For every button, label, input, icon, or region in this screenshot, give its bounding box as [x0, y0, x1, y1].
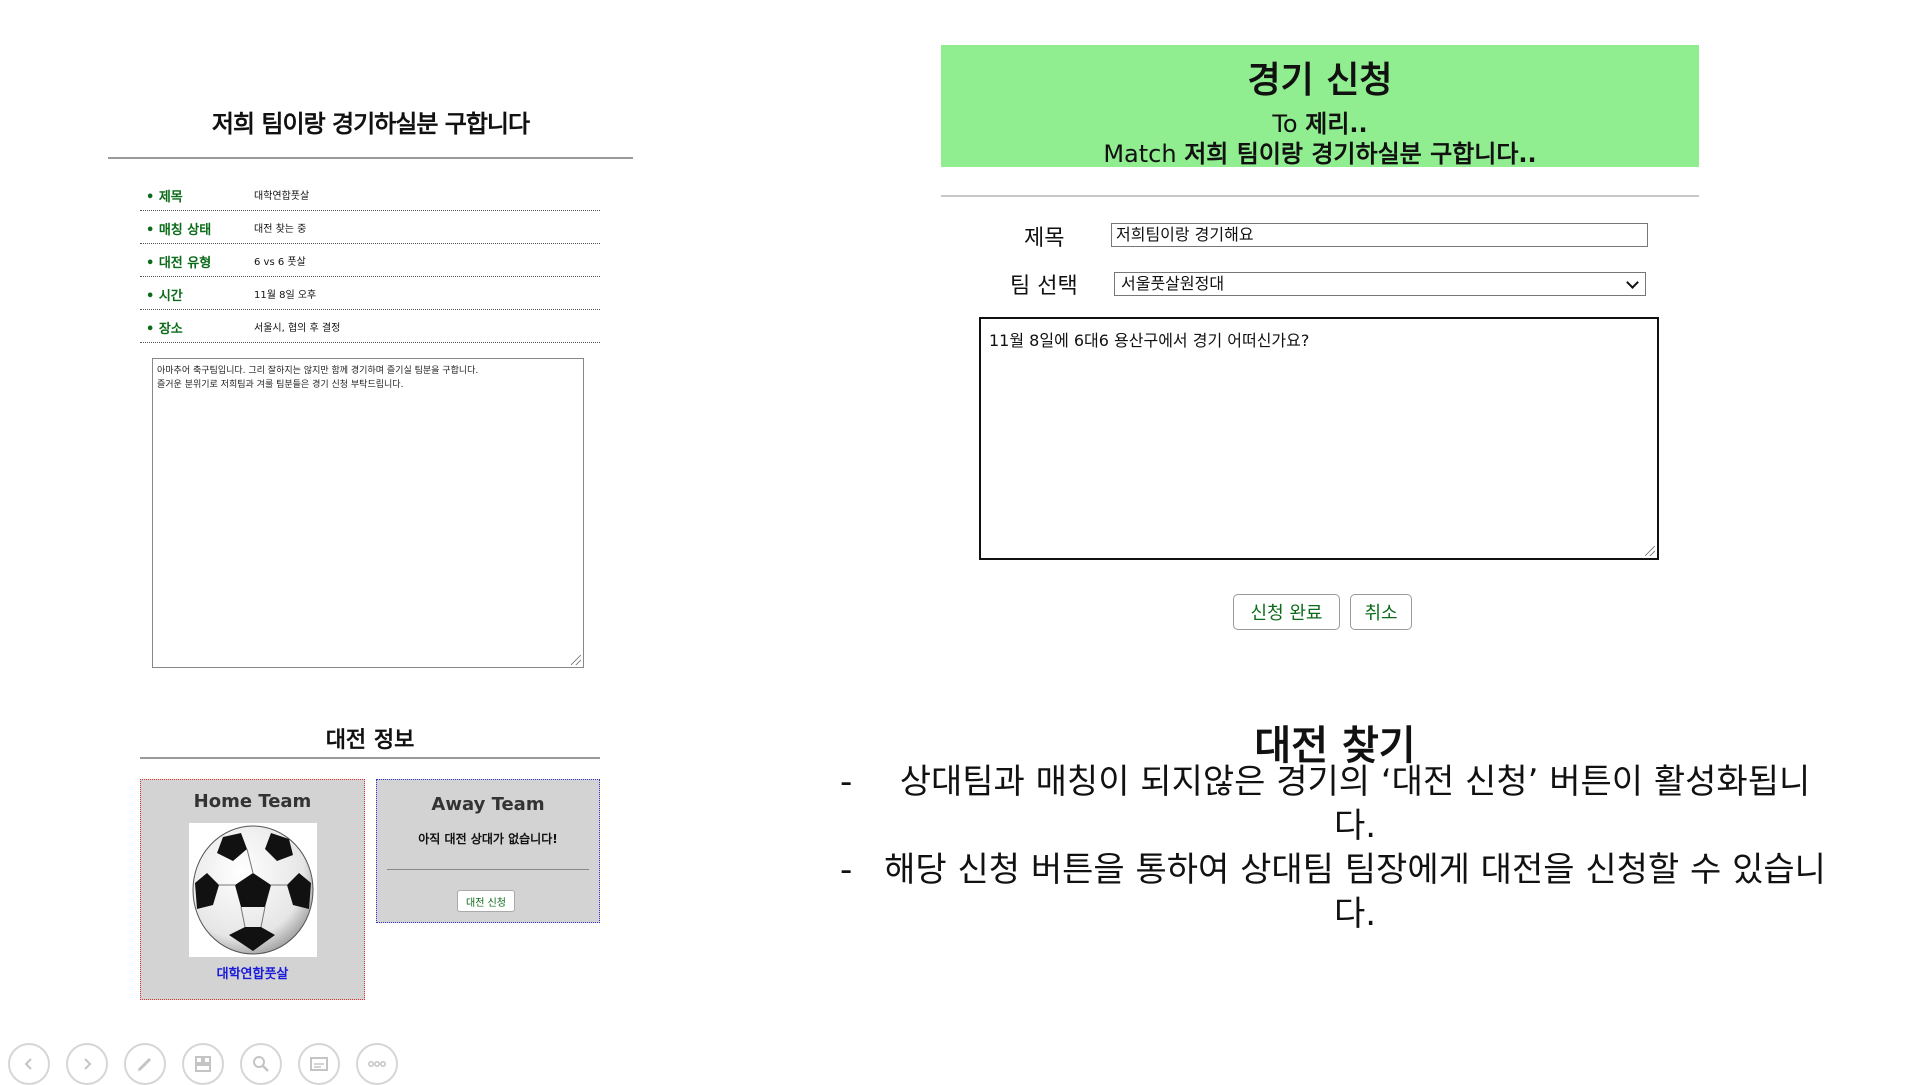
away-team-card: Away Team 아직 대전 상대가 없습니다! 대전 신청: [376, 779, 600, 923]
info-label: • 시간: [146, 289, 183, 304]
home-team-name[interactable]: 대학연합풋살: [141, 963, 364, 982]
post-title: 저희 팀이랑 경기하실분 구합니다: [211, 110, 530, 138]
post-body-line: 아마추어 축구팀입니다. 그리 잘하지는 않지만 함께 경기하며 즐기실 팀분을…: [157, 366, 479, 376]
info-value: 대전 찾는 중: [254, 224, 307, 235]
divider: [387, 869, 589, 870]
post-body-line: 즐거운 분위기로 저희팀과 겨룰 팀분들은 경기 신청 부탁드립니다.: [157, 380, 404, 390]
info-row-match-type: • 대전 유형 6 vs 6 풋살: [140, 243, 600, 277]
info-label: • 매칭 상태: [146, 223, 212, 238]
home-team-label: Home Team: [193, 791, 312, 812]
slides-icon[interactable]: [182, 1043, 224, 1085]
info-label: • 장소: [146, 322, 183, 337]
soccer-ball-icon: [189, 823, 317, 957]
team-select-value: 서울풋살원정대: [1121, 274, 1225, 293]
info-row-place: • 장소 서울시, 협의 후 결정: [140, 309, 600, 343]
title-field-label: 제목: [1024, 226, 1065, 251]
info-value: 대학연합풋살: [254, 191, 310, 202]
away-team-label: Away Team: [431, 794, 545, 815]
info-label: • 대전 유형: [146, 256, 212, 271]
info-row-time: • 시간 11월 8일 오후: [140, 276, 600, 310]
message-textarea[interactable]: 11월 8일에 6대6 용산구에서 경기 어떠신가요?: [979, 317, 1659, 560]
info-row-title: • 제목 대학연합풋살: [140, 177, 600, 211]
away-team-message: 아직 대전 상대가 없습니다!: [418, 832, 558, 846]
divider: [140, 757, 600, 759]
next-icon[interactable]: [66, 1043, 108, 1085]
info-row-match-status: • 매칭 상태 대전 찾는 중: [140, 210, 600, 244]
match-line: Match 저희 팀이랑 경기하실분 구합니다..: [941, 134, 1699, 169]
info-value: 서울시, 협의 후 결정: [254, 323, 341, 334]
match-name: 저희 팀이랑 경기하실분 구합니다..: [1184, 140, 1537, 168]
bullet-dash: -: [840, 850, 853, 890]
home-team-card: Home Team 대학연합풋살: [140, 779, 365, 1000]
resize-handle-icon[interactable]: [571, 655, 581, 665]
match-prefix: Match: [1103, 140, 1177, 168]
submit-button[interactable]: 신청 완료: [1233, 594, 1340, 630]
description-text: 상대팀과 매칭이 되지않은 경기의 ‘대전 신청’ 버튼이 활성화됩니다.: [899, 762, 1811, 846]
battle-info-title: 대전 정보: [325, 728, 415, 753]
post-body-textarea[interactable]: 아마추어 축구팀입니다. 그리 잘하지는 않지만 함께 경기하며 즐기실 팀분을…: [152, 358, 584, 668]
message-text: 11월 8일에 6대6 용산구에서 경기 어떠신가요?: [989, 331, 1310, 350]
more-icon[interactable]: [356, 1043, 398, 1085]
info-value: 11월 8일 오후: [254, 290, 317, 301]
description-text: 해당 신청 버튼을 통하여 상대팀 팀장에게 대전을 신청할 수 있습니다.: [884, 850, 1826, 934]
team-select[interactable]: 서울풋살원정대: [1114, 272, 1646, 296]
apply-form-header: 경기 신청 To 제리.. Match 저희 팀이랑 경기하실분 구합니다..: [941, 45, 1699, 169]
resize-handle-icon[interactable]: [1645, 546, 1655, 556]
divider: [108, 157, 633, 159]
title-input[interactable]: 저희팀이랑 경기해요: [1111, 223, 1648, 247]
chevron-down-icon: [1626, 276, 1639, 289]
bullet-dash: -: [840, 762, 853, 802]
prev-icon[interactable]: [8, 1043, 50, 1085]
apply-form-title: 경기 신청: [1247, 60, 1393, 101]
divider: [941, 195, 1699, 197]
battle-apply-button[interactable]: 대전 신청: [457, 890, 515, 912]
cancel-button[interactable]: 취소: [1350, 594, 1412, 630]
zoom-icon[interactable]: [240, 1043, 282, 1085]
info-value: 6 vs 6 풋살: [254, 257, 306, 268]
pen-icon[interactable]: [124, 1043, 166, 1085]
subtitle-icon[interactable]: [298, 1043, 340, 1085]
team-select-label: 팀 선택: [1010, 274, 1078, 299]
info-label: • 제목: [146, 190, 183, 205]
